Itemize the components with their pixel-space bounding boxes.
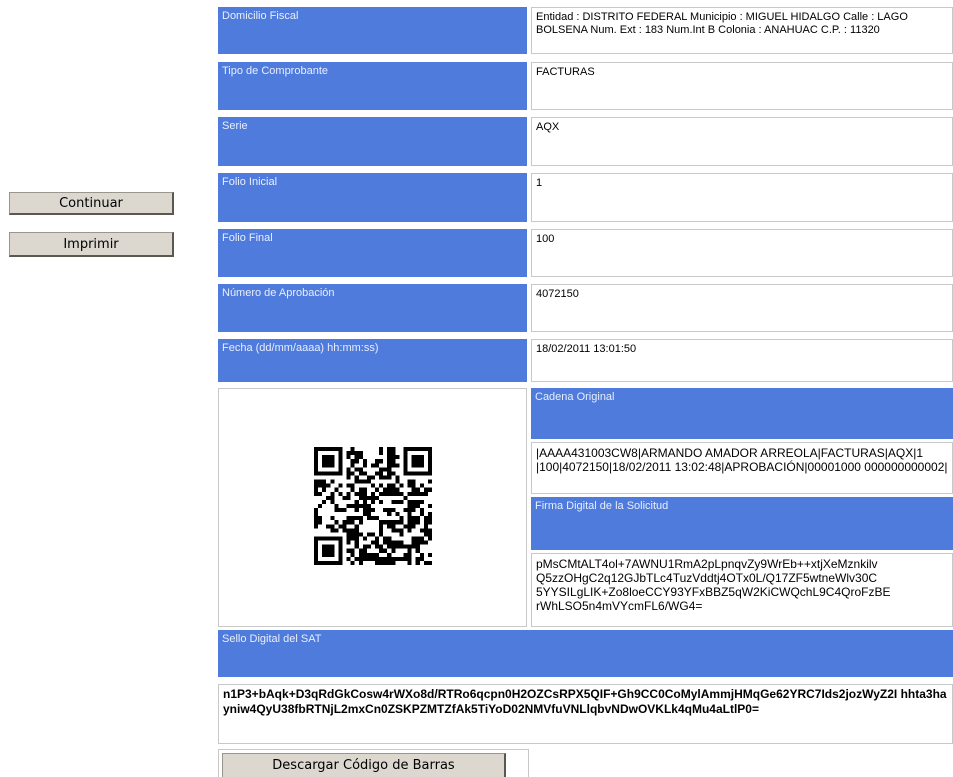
label-firma-digital: Firma Digital de la Solicitud <box>531 497 953 550</box>
qr-code-cell <box>218 388 527 627</box>
value-fecha: 18/02/2011 13:01:50 <box>531 339 953 382</box>
label-numero-aprobacion: Número de Aprobación <box>218 284 527 332</box>
value-sello-digital: n1P3+bAqk+D3qRdGkCosw4rWXo8d/RTRo6qcpn0H… <box>218 684 953 744</box>
print-button[interactable]: Imprimir <box>9 232 174 257</box>
download-barcode-button[interactable]: Descargar Código de Barras <box>222 753 506 777</box>
label-cadena-original: Cadena Original <box>531 388 953 439</box>
continue-button[interactable]: Continuar <box>9 192 174 215</box>
label-fecha: Fecha (dd/mm/aaaa) hh:mm:ss) <box>218 339 527 382</box>
value-cadena-original: |AAAA431003CW8|ARMANDO AMADOR ARREOLA|FA… <box>531 442 953 494</box>
label-tipo-comprobante: Tipo de Comprobante <box>218 62 527 110</box>
qr-code-icon <box>314 447 432 565</box>
value-tipo-comprobante: FACTURAS <box>531 62 953 110</box>
value-domicilio-fiscal: Entidad : DISTRITO FEDERAL Municipio : M… <box>531 7 953 54</box>
value-firma-digital: pMsCMtALT4ol+7AWNU1RmA2pLpnqvZy9WrEb++xt… <box>531 553 953 627</box>
label-sello-digital: Sello Digital del SAT <box>218 630 953 677</box>
label-folio-final: Folio Final <box>218 229 527 277</box>
label-folio-inicial: Folio Inicial <box>218 173 527 222</box>
value-serie: AQX <box>531 117 953 166</box>
label-domicilio-fiscal: Domicilio Fiscal <box>218 7 527 54</box>
label-serie: Serie <box>218 117 527 166</box>
value-folio-inicial: 1 <box>531 173 953 222</box>
value-folio-final: 100 <box>531 229 953 277</box>
value-numero-aprobacion: 4072150 <box>531 284 953 332</box>
